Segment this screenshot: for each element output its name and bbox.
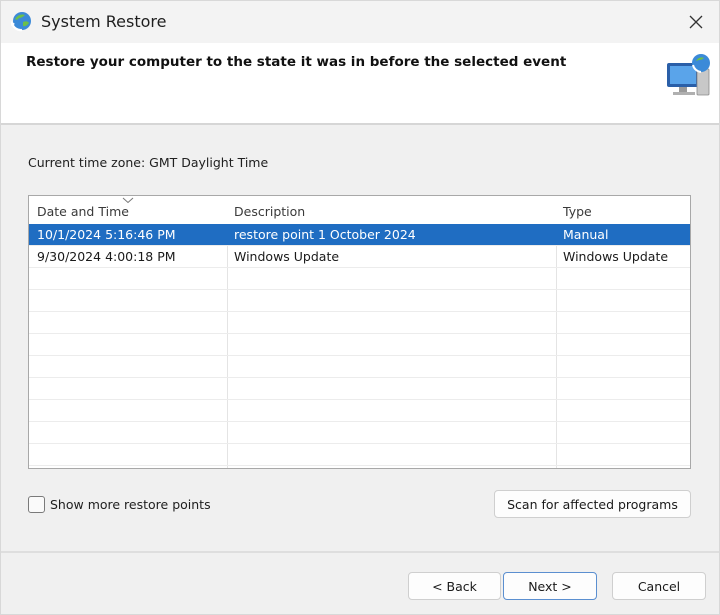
back-button[interactable]: < Back bbox=[408, 572, 501, 600]
header-instruction: Restore your computer to the state it wa… bbox=[26, 54, 567, 70]
close-button[interactable] bbox=[673, 1, 719, 43]
empty-row bbox=[29, 334, 690, 356]
column-header-type[interactable]: Type bbox=[563, 204, 592, 219]
column-header-description[interactable]: Description bbox=[234, 204, 305, 219]
checkbox-box[interactable] bbox=[28, 495, 45, 513]
cell-date: 9/30/2024 4:00:18 PM bbox=[37, 249, 176, 264]
cell-description: Windows Update bbox=[234, 249, 340, 264]
next-button[interactable]: Next > bbox=[503, 572, 597, 600]
cell-date: 10/1/2024 5:16:46 PM bbox=[37, 227, 176, 242]
empty-row bbox=[29, 290, 690, 312]
sort-descending-icon bbox=[122, 197, 134, 204]
column-header-date[interactable]: Date and Time bbox=[37, 204, 129, 219]
system-restore-window: System Restore Restore your computer to … bbox=[0, 0, 720, 615]
cell-type: Manual bbox=[563, 227, 609, 242]
system-restore-icon bbox=[11, 12, 31, 32]
timezone-label: Current time zone: GMT Daylight Time bbox=[28, 155, 269, 170]
window-title: System Restore bbox=[41, 12, 167, 31]
table-header: Date and Time Description Type bbox=[29, 196, 690, 225]
show-more-restore-points-checkbox[interactable]: Show more restore points bbox=[28, 494, 211, 514]
empty-row bbox=[29, 268, 690, 290]
cell-description: restore point 1 October 2024 bbox=[234, 227, 416, 242]
scan-affected-programs-button[interactable]: Scan for affected programs bbox=[494, 490, 691, 518]
restore-points-table: Date and Time Description Type 10/1/2024… bbox=[28, 195, 691, 469]
checkbox-label: Show more restore points bbox=[50, 496, 211, 512]
computer-restore-icon bbox=[667, 54, 710, 96]
table-row[interactable]: 9/30/2024 4:00:18 PM Windows Update Wind… bbox=[29, 246, 690, 268]
empty-row bbox=[29, 422, 690, 444]
empty-row bbox=[29, 444, 690, 466]
header-panel: Restore your computer to the state it wa… bbox=[1, 43, 719, 125]
cell-type: Windows Update bbox=[563, 249, 669, 264]
table-row[interactable]: 10/1/2024 5:16:46 PM restore point 1 Oct… bbox=[29, 224, 690, 246]
close-icon bbox=[689, 15, 703, 29]
cancel-button[interactable]: Cancel bbox=[612, 572, 706, 600]
empty-row bbox=[29, 378, 690, 400]
empty-row bbox=[29, 400, 690, 422]
empty-row bbox=[29, 356, 690, 378]
empty-row bbox=[29, 312, 690, 334]
title-bar: System Restore bbox=[1, 1, 719, 43]
